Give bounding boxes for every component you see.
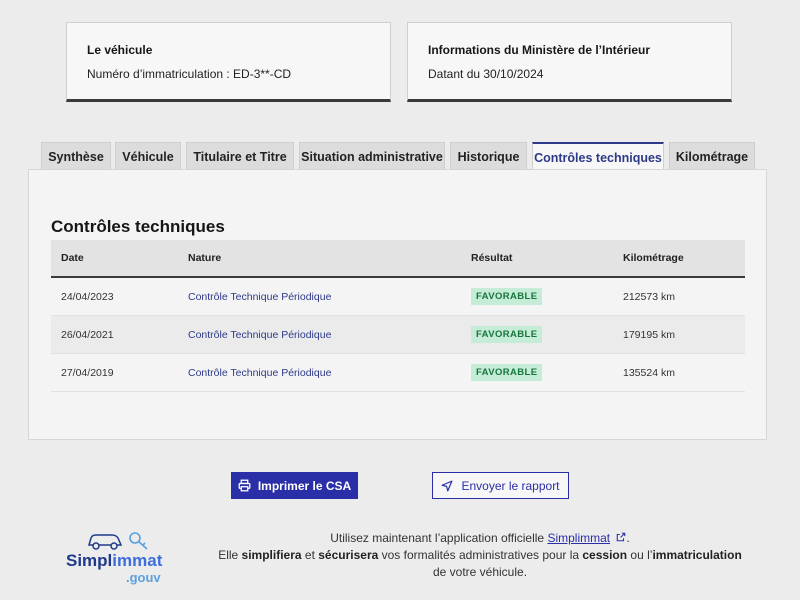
- simplimmat-logo: Simplimmat .gouv: [66, 527, 176, 587]
- promo-line-2: Elle simplifiera et sécurisera vos forma…: [210, 547, 750, 581]
- promo-line1-suffix: .: [626, 531, 630, 545]
- header-result: Résultat: [471, 252, 513, 264]
- print-csa-label: Imprimer le CSA: [257, 478, 352, 493]
- tab-titulaire-titre[interactable]: Titulaire et Titre: [186, 142, 294, 170]
- promo-text-part: et: [301, 548, 319, 562]
- promo-bold-cession: cession: [582, 548, 628, 562]
- promo-line-1: Utilisez maintenant l’application offici…: [210, 530, 750, 547]
- ministry-info-card: Informations du Ministère de l’Intérieur…: [407, 22, 732, 102]
- row-nature: Contrôle Technique Périodique: [188, 329, 332, 341]
- header-km: Kilométrage: [623, 252, 684, 264]
- tab-historique[interactable]: Historique: [450, 142, 527, 170]
- row-km: 135524 km: [623, 367, 675, 379]
- inspections-table: Date Nature Résultat Kilométrage 24/04/2…: [51, 240, 745, 392]
- logo-part2: immat: [112, 551, 163, 570]
- status-badge: FAVORABLE: [471, 326, 543, 343]
- app-promo-text: Utilisez maintenant l’application offici…: [210, 530, 750, 581]
- plate-number-text: Numéro d’immatriculation : ED-3**-CD: [87, 67, 292, 81]
- logo-part1: Simpl: [66, 551, 113, 570]
- promo-text-part: Elle: [218, 548, 242, 562]
- tab-panel: Contrôles techniques Date Nature Résulta…: [28, 169, 767, 440]
- simplimmat-link[interactable]: Simplimmat: [547, 531, 610, 545]
- header-nature: Nature: [188, 252, 222, 264]
- status-badge: FAVORABLE: [471, 288, 543, 305]
- promo-text-part: vos formalités administratives pour la: [378, 548, 583, 562]
- status-badge: FAVORABLE: [471, 364, 543, 381]
- send-report-button[interactable]: Envoyer le rapport: [432, 472, 569, 499]
- row-nature: Contrôle Technique Périodique: [188, 291, 332, 303]
- printer-icon: [238, 479, 251, 492]
- promo-bold-immatriculation: immatriculation: [652, 548, 742, 562]
- print-csa-button[interactable]: Imprimer le CSA: [231, 472, 358, 499]
- header-date: Date: [61, 252, 84, 264]
- row-date: 27/04/2019: [61, 367, 114, 379]
- table-header: Date Nature Résultat Kilométrage: [51, 240, 745, 278]
- table-row: 26/04/2021 Contrôle Technique Périodique…: [51, 316, 745, 354]
- data-date-text: Datant du 30/10/2024: [428, 67, 544, 81]
- logo-gouv-suffix: .gouv: [126, 570, 161, 585]
- tab-controles-techniques[interactable]: Contrôles techniques: [532, 142, 664, 172]
- tab-synthese[interactable]: Synthèse: [41, 142, 111, 170]
- ministry-info-title: Informations du Ministère de l’Intérieur: [428, 43, 651, 57]
- row-nature: Contrôle Technique Périodique: [188, 367, 332, 379]
- car-logo-icon: [88, 534, 123, 550]
- promo-text-part: de votre véhicule.: [432, 565, 528, 579]
- promo-bold-securisera: sécurisera: [318, 548, 379, 562]
- table-row: 24/04/2023 Contrôle Technique Périodique…: [51, 278, 745, 316]
- promo-line1-prefix: Utilisez maintenant l’application offici…: [330, 531, 548, 545]
- key-logo-icon: [129, 532, 148, 550]
- promo-bold-simplifiera: simplifiera: [241, 548, 302, 562]
- logo-wordmark: Simplimmat: [66, 551, 162, 571]
- send-arrow-icon: [441, 480, 453, 491]
- vehicle-card-title: Le véhicule: [87, 43, 153, 57]
- row-date: 26/04/2021: [61, 329, 114, 341]
- tab-kilometrage[interactable]: Kilométrage: [669, 142, 755, 170]
- section-title: Contrôles techniques: [51, 217, 225, 236]
- row-date: 24/04/2023: [61, 291, 114, 303]
- promo-text-part: ou l’: [627, 548, 653, 562]
- vehicle-card: Le véhicule Numéro d’immatriculation : E…: [66, 22, 391, 102]
- send-report-label: Envoyer le rapport: [461, 478, 560, 493]
- tab-vehicule[interactable]: Véhicule: [115, 142, 181, 170]
- row-km: 212573 km: [623, 291, 675, 303]
- row-km: 179195 km: [623, 329, 675, 341]
- tab-situation-administrative[interactable]: Situation administrative: [299, 142, 445, 170]
- table-row: 27/04/2019 Contrôle Technique Périodique…: [51, 354, 745, 392]
- external-link-icon[interactable]: [616, 532, 626, 542]
